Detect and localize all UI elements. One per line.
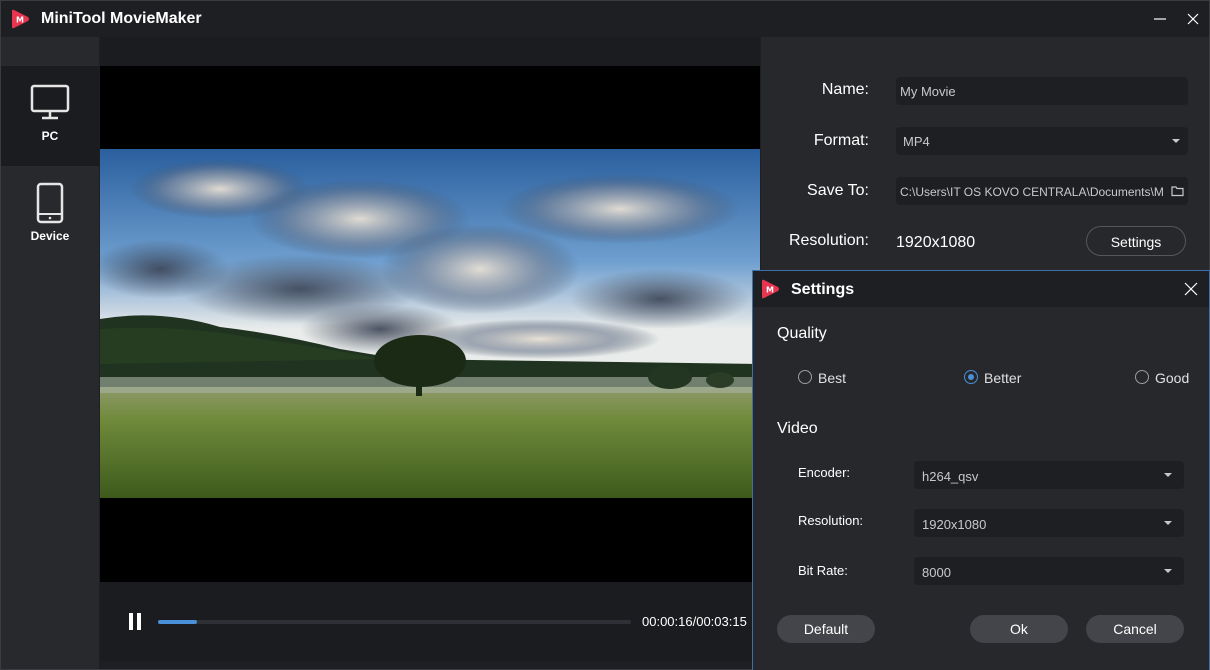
dialog-title: Settings	[791, 281, 855, 298]
dialog-resolution-label: Resolution:	[798, 513, 864, 528]
ok-button[interactable]: Ok	[970, 615, 1068, 643]
chevron-down-icon	[1172, 139, 1180, 143]
resolution-select-value: 1920x1080	[922, 517, 987, 532]
time-readout: 00:00:16/00:03:15	[642, 614, 747, 629]
close-icon	[1187, 13, 1199, 25]
app-logo-icon: M	[762, 279, 779, 299]
settings-dialog: M Settings Quality Best Better Good Vide…	[752, 270, 1210, 670]
sidebar-item-label: Device	[30, 229, 70, 243]
name-label: Name:	[821, 81, 869, 98]
folder-icon	[1171, 186, 1184, 197]
playback-controls: 00:00:16/00:03:15	[100, 582, 760, 661]
encoder-label: Encoder:	[798, 465, 851, 480]
app-logo-icon: M	[12, 9, 29, 29]
pause-icon	[129, 613, 133, 630]
save-to-path: C:\Users\IT OS KOVO CENTRALA\Documents\M	[900, 185, 1164, 199]
format-label: Format:	[813, 132, 869, 149]
radio-checked-icon	[964, 370, 978, 384]
name-field[interactable]: My Movie	[896, 77, 1188, 105]
minimize-button[interactable]	[1147, 7, 1173, 31]
monitor-icon	[30, 84, 70, 120]
quality-section-title: Quality	[777, 325, 827, 342]
resolution-value: 1920x1080	[896, 234, 976, 251]
save-to-field[interactable]: C:\Users\IT OS KOVO CENTRALA\Documents\M	[896, 177, 1188, 205]
radio-icon	[798, 370, 812, 384]
bitrate-select[interactable]: 8000	[914, 557, 1184, 585]
dialog-title-bar: M Settings	[753, 271, 1209, 307]
video-preview: 00:00:16/00:03:15	[100, 37, 760, 661]
radio-label: Best	[818, 370, 847, 386]
preview-frame-image	[100, 149, 760, 498]
bitrate-label: Bit Rate:	[798, 563, 848, 578]
title-bar: M MiniTool MovieMaker	[1, 1, 1209, 37]
cancel-button[interactable]: Cancel	[1086, 615, 1184, 643]
sidebar-item-device[interactable]: Device	[1, 166, 99, 266]
radio-label: Better	[984, 370, 1022, 386]
encoder-value: h264_qsv	[922, 469, 979, 484]
close-button[interactable]	[1180, 7, 1206, 31]
pause-icon	[137, 613, 141, 630]
save-to-label: Save To:	[807, 182, 869, 199]
format-select[interactable]: MP4	[896, 127, 1188, 155]
resolution-label: Resolution:	[788, 232, 869, 249]
chevron-down-icon	[1164, 473, 1172, 477]
video-section-title: Video	[777, 420, 818, 437]
format-value: MP4	[903, 134, 930, 149]
svg-text:M: M	[766, 286, 774, 295]
app-window: M MiniTool MovieMaker PC Device 00:00:16…	[0, 0, 1210, 670]
app-title: MiniTool MovieMaker	[41, 10, 202, 27]
svg-text:M: M	[16, 16, 24, 25]
chevron-down-icon	[1164, 521, 1172, 525]
sidebar-item-label: PC	[41, 129, 59, 143]
encoder-select[interactable]: h264_qsv	[914, 461, 1184, 489]
default-button[interactable]: Default	[777, 615, 875, 643]
chevron-down-icon	[1164, 569, 1172, 573]
radio-icon	[1135, 370, 1149, 384]
playback-progress-bar[interactable]	[158, 620, 631, 624]
resolution-select[interactable]: 1920x1080	[914, 509, 1184, 537]
phone-icon	[36, 182, 64, 224]
radio-label: Good	[1155, 370, 1190, 386]
export-target-sidebar: PC Device	[1, 37, 99, 669]
minimize-icon	[1154, 18, 1166, 20]
playback-progress-fill	[158, 620, 197, 624]
settings-button[interactable]: Settings	[1086, 226, 1186, 256]
pause-button[interactable]	[126, 612, 144, 632]
sidebar-item-pc[interactable]: PC	[1, 66, 99, 166]
dialog-close-button[interactable]	[1181, 279, 1201, 299]
bitrate-value: 8000	[922, 565, 951, 580]
